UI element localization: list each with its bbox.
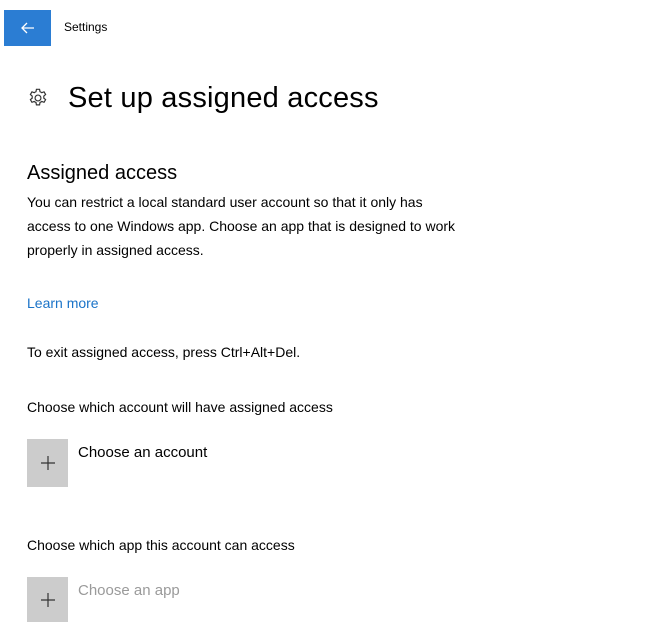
learn-more-link[interactable]: Learn more	[27, 293, 99, 313]
gear-icon	[29, 88, 47, 106]
app-title: Settings	[64, 20, 108, 34]
choose-app-label: Choose an app	[78, 582, 180, 599]
choose-account-button[interactable]: Choose an account	[27, 439, 207, 487]
app-plus-tile[interactable]	[27, 577, 68, 622]
choose-account-label: Choose an account	[78, 444, 208, 461]
exit-hint-text: To exit assigned access, press Ctrl+Alt+…	[27, 344, 301, 360]
account-section-label: Choose which account will have assigned …	[27, 399, 333, 415]
title-bar: Settings	[0, 0, 663, 46]
section-title: Assigned access	[27, 162, 178, 184]
description-text: You can restrict a local standard user a…	[27, 194, 456, 258]
page-title: Set up assigned access	[68, 81, 379, 114]
back-arrow-icon	[20, 22, 34, 34]
choose-app-button[interactable]: Choose an app	[27, 577, 180, 622]
back-button[interactable]	[4, 10, 51, 46]
app-section-label: Choose which app this account can access	[27, 537, 295, 553]
page-heading: Set up assigned access	[27, 78, 379, 118]
settings-window: Settings Set up assigned access Assigned…	[0, 0, 663, 622]
plus-icon	[40, 592, 55, 607]
plus-icon	[40, 456, 55, 470]
account-plus-tile[interactable]	[27, 439, 68, 487]
